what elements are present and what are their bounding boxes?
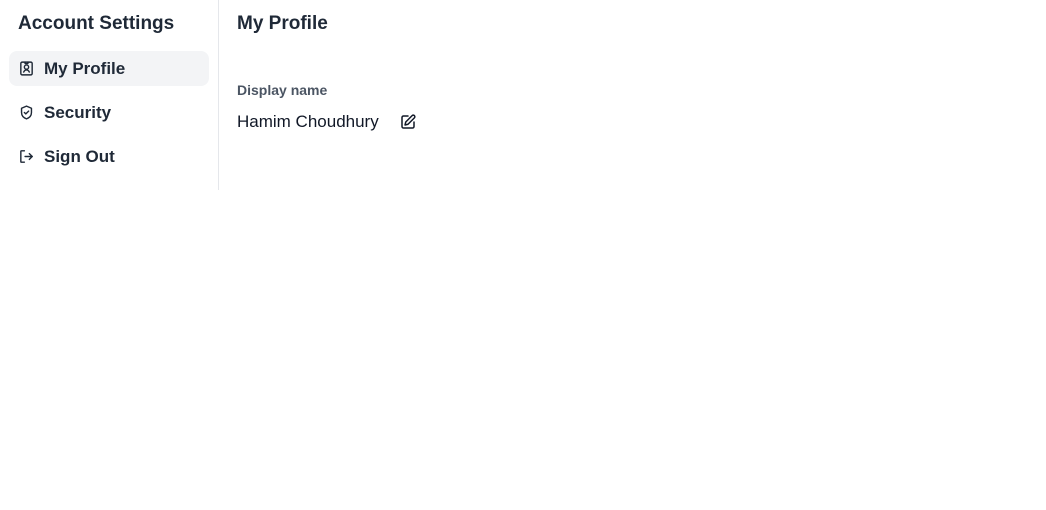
page-title: My Profile (237, 13, 328, 34)
sidebar-item-my-profile[interactable]: My Profile (9, 51, 209, 86)
sidebar-item-label: Security (44, 102, 112, 122)
display-name-row: Hamim Choudhury (237, 111, 1046, 133)
profile-badge-icon (18, 60, 35, 77)
shield-check-icon (18, 104, 35, 121)
sign-out-icon (18, 148, 35, 165)
main-content: My Profile Display name Hamim Choudhury (219, 0, 1046, 510)
edit-icon[interactable] (398, 112, 418, 132)
sidebar-item-security[interactable]: Security (9, 95, 209, 130)
sidebar-item-label: My Profile (44, 58, 126, 78)
account-settings-app: Account Settings My Profile Security Sig… (0, 0, 1046, 510)
sidebar: Account Settings My Profile Security Sig… (0, 0, 219, 190)
display-name-label: Display name (237, 82, 328, 98)
sidebar-item-sign-out[interactable]: Sign Out (9, 139, 209, 174)
display-name-value: Hamim Choudhury (237, 112, 379, 131)
sidebar-title: Account Settings (18, 13, 175, 34)
sidebar-item-label: Sign Out (44, 146, 115, 166)
